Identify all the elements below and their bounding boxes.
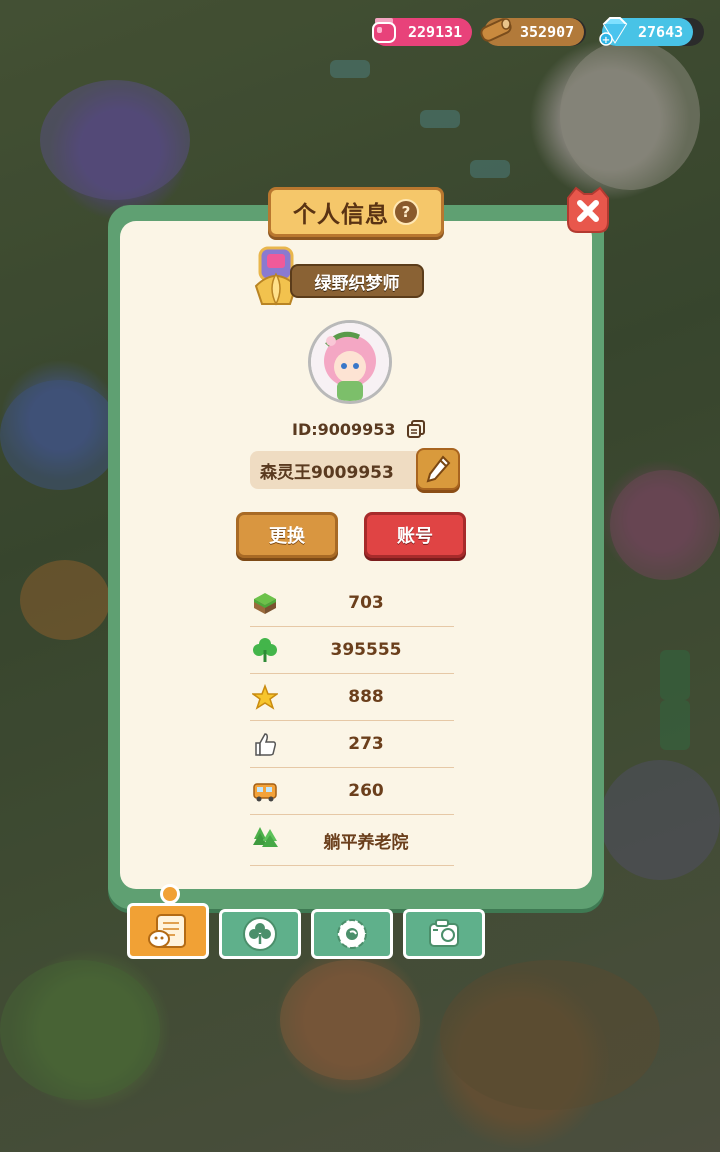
bus-icon: [252, 778, 278, 804]
tab-camera[interactable]: [403, 909, 485, 959]
wood-currency[interactable]: 352907: [480, 18, 586, 46]
avatar-portrait-icon: [311, 323, 389, 401]
account-button[interactable]: 账号: [364, 512, 466, 558]
svg-text:+: +: [602, 35, 610, 46]
avatar[interactable]: [308, 320, 392, 404]
stat-row-town: 躺平养老院: [250, 815, 454, 866]
stat-row-star: 888: [250, 674, 454, 721]
stat-row-bus: 260: [250, 768, 454, 815]
stat-value: 888: [348, 687, 384, 707]
close-icon: [567, 186, 609, 233]
help-icon[interactable]: ?: [393, 199, 419, 225]
rank-badge: 绿野织梦师: [250, 246, 430, 310]
thumbs-up-icon: [252, 731, 278, 757]
profile-card-icon: [148, 914, 186, 948]
tab-profile-card[interactable]: [127, 903, 209, 959]
panel-title: 个人信息: [293, 202, 389, 228]
close-button[interactable]: [562, 184, 614, 236]
active-tab-pin: [160, 884, 180, 904]
pink-potion-icon: [366, 12, 402, 48]
stat-value: 395555: [330, 640, 402, 660]
stat-row-clover: 395555: [250, 627, 454, 674]
stat-value: 273: [348, 734, 384, 754]
panel-title-plate: 个人信息 ?: [268, 187, 444, 237]
potion-currency[interactable]: 229131: [372, 18, 473, 46]
diamond-currency[interactable]: + 27643: [599, 17, 704, 46]
clover-badge-icon: [243, 917, 277, 951]
stat-value: 躺平养老院: [323, 832, 409, 853]
clover-icon: [252, 637, 278, 663]
player-id-text: ID:9009953: [292, 419, 396, 439]
stat-value: 703: [348, 593, 384, 613]
stat-value: 260: [348, 781, 384, 801]
tab-clover[interactable]: [219, 909, 301, 959]
gear-flower-icon: [337, 919, 367, 949]
wood-log-icon: [478, 12, 514, 48]
trees-icon: [252, 825, 278, 851]
copy-icon[interactable]: [406, 419, 426, 439]
pencil-icon: [426, 455, 451, 483]
camera-icon: [429, 919, 459, 947]
tab-gear-flower[interactable]: [311, 909, 393, 959]
stats-list: 703 395555 888 273 260 躺平养老院: [250, 580, 454, 866]
switch-button[interactable]: 更换: [236, 512, 338, 558]
grass-block-icon: [252, 590, 278, 616]
diamond-icon: +: [596, 12, 632, 48]
nickname-text: 森灵王9009953: [260, 462, 394, 483]
stat-row-likes: 273: [250, 721, 454, 768]
edit-name-button[interactable]: [416, 448, 460, 490]
player-id: ID:9009953: [292, 417, 426, 441]
star-icon: [250, 683, 280, 710]
rank-title-banner: 绿野织梦师: [290, 264, 424, 298]
stat-row-grass: 703: [250, 580, 454, 627]
nickname-field: 森灵王9009953: [250, 451, 430, 489]
rank-title: 绿野织梦师: [314, 273, 400, 294]
